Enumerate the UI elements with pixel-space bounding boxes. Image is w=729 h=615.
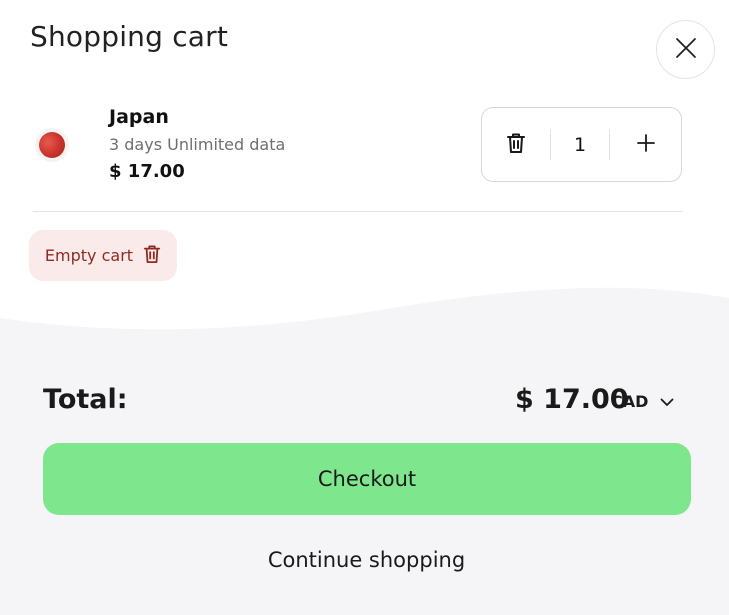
trash-icon: [506, 132, 526, 158]
japan-flag-icon: [39, 132, 65, 158]
plus-icon: [636, 133, 655, 156]
close-icon: [675, 37, 697, 63]
currency-code: CAD: [611, 392, 649, 411]
increment-button[interactable]: [610, 108, 681, 181]
item-price: $ 17.00: [109, 161, 185, 182]
currency-select[interactable]: CAD: [611, 392, 674, 411]
quantity-value: 1: [573, 133, 587, 156]
empty-cart-label: Empty cart: [44, 246, 134, 265]
item-description: 3 days Unlimited data: [109, 135, 286, 154]
chevron-down-icon: [660, 392, 674, 411]
shopping-cart-panel: Shopping cart Japan 3 days Unlimited dat…: [0, 0, 729, 615]
quantity-stepper: 1: [481, 107, 682, 182]
trash-icon: [143, 244, 161, 268]
continue-shopping-button[interactable]: Continue shopping: [0, 548, 729, 572]
cart-item: Japan 3 days Unlimited data $ 17.00 1: [0, 100, 729, 190]
footer-wave: [0, 287, 729, 350]
remove-item-button[interactable]: [482, 108, 550, 181]
page-title: Shopping cart: [30, 20, 229, 53]
close-button[interactable]: [656, 20, 715, 79]
divider: [33, 211, 683, 212]
checkout-button[interactable]: Checkout: [43, 443, 691, 515]
item-name: Japan: [109, 106, 169, 128]
total-label: Total:: [43, 384, 128, 415]
